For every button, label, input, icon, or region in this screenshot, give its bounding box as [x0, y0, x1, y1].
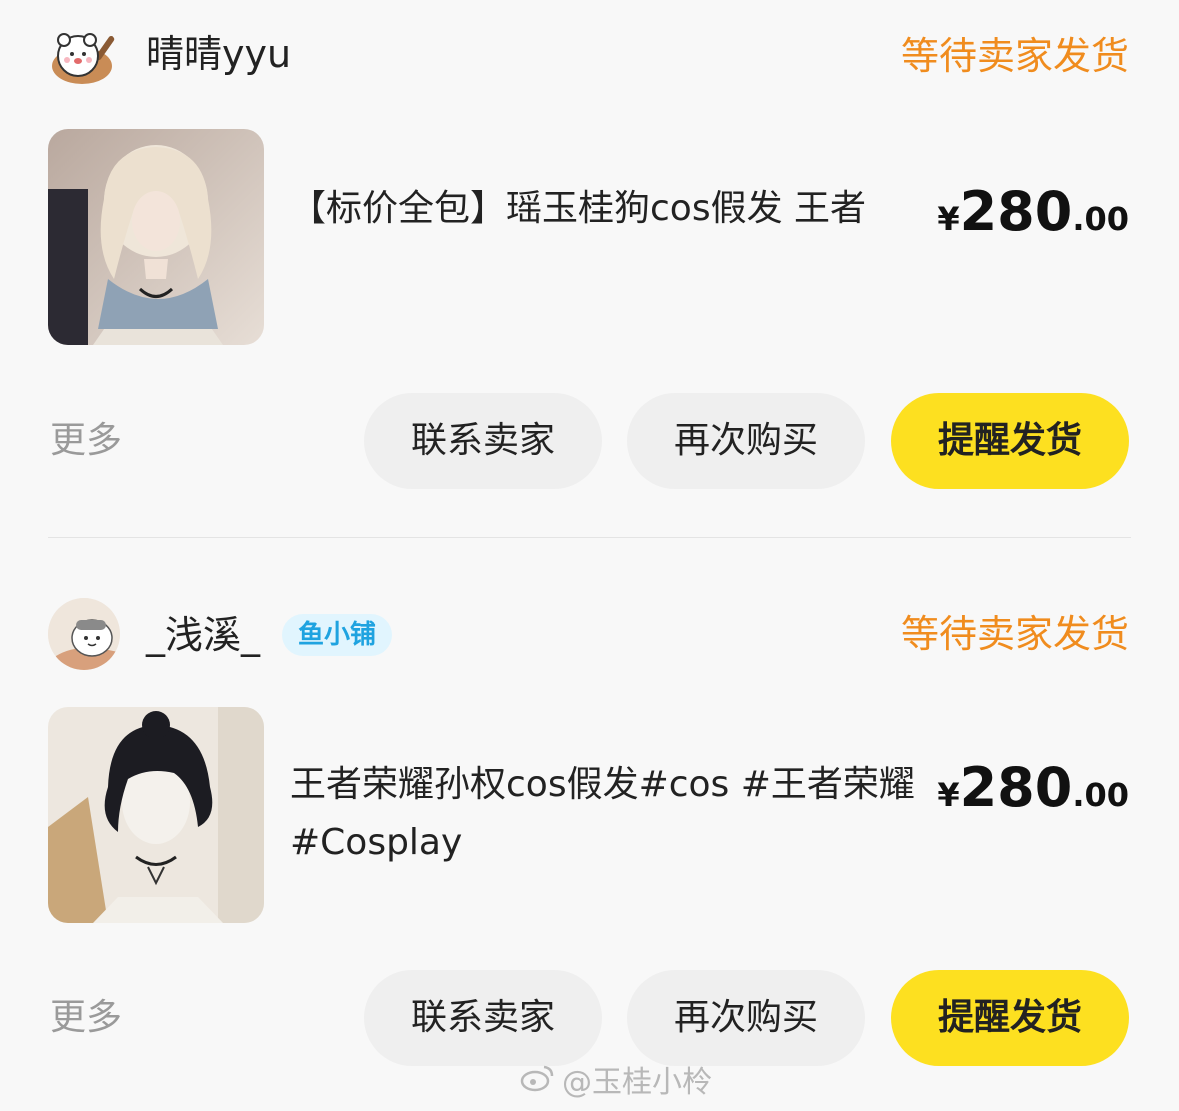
price-integer: 280 — [959, 756, 1073, 819]
contact-seller-button[interactable]: 联系卖家 — [364, 393, 602, 489]
bear-avatar-icon — [52, 33, 115, 84]
shop-badge: 鱼小铺 — [282, 614, 393, 656]
buy-again-button[interactable]: 再次购买 — [627, 970, 865, 1066]
product-price: ¥280.00 — [937, 180, 1129, 243]
weibo-icon — [520, 1061, 556, 1107]
order-status: 等待卖家发货 — [900, 612, 1129, 656]
bird-avatar-icon — [48, 598, 120, 670]
contact-seller-button[interactable]: 联系卖家 — [364, 970, 602, 1066]
product-title[interactable]: 【标价全包】瑶玉桂狗cos假发 王者 — [290, 180, 915, 238]
seller-name[interactable]: _浅溪_ — [146, 611, 260, 659]
price-currency: ¥ — [937, 200, 960, 238]
watermark-text: @玉桂小柃 — [562, 1065, 712, 1100]
order-status: 等待卖家发货 — [900, 34, 1129, 78]
price-decimal: .00 — [1072, 776, 1129, 814]
price-currency: ¥ — [937, 776, 960, 814]
product-title[interactable]: 王者荣耀孙权cos假发#cos #王者荣耀 #Cosplay — [290, 756, 915, 872]
buy-again-button[interactable]: 再次购买 — [627, 393, 865, 489]
order-card: _浅溪_ 鱼小铺 等待卖家发货 王者荣耀孙权cos假发#cos #王者荣耀 #C… — [0, 578, 1179, 1111]
price-decimal: .00 — [1072, 200, 1129, 238]
seller-name[interactable]: 晴晴yyu — [146, 30, 291, 78]
product-thumbnail[interactable] — [48, 129, 264, 345]
order-card: 晴晴yyu 等待卖家发货 【标价全包】瑶玉桂狗cos假发 王者 ¥280.00 … — [0, 0, 1179, 535]
seller-avatar[interactable] — [48, 598, 120, 670]
order-divider — [48, 537, 1131, 538]
remind-ship-button[interactable]: 提醒发货 — [891, 393, 1129, 489]
seller-avatar[interactable] — [48, 22, 120, 94]
product-price: ¥280.00 — [937, 756, 1129, 819]
product-image-wig — [48, 129, 264, 345]
remind-ship-button[interactable]: 提醒发货 — [891, 970, 1129, 1066]
product-image-wig — [48, 707, 264, 923]
more-link[interactable]: 更多 — [50, 417, 122, 465]
watermark: @玉桂小柃 — [520, 1060, 712, 1106]
product-thumbnail[interactable] — [48, 707, 264, 923]
more-link[interactable]: 更多 — [50, 994, 122, 1042]
price-integer: 280 — [959, 180, 1073, 243]
